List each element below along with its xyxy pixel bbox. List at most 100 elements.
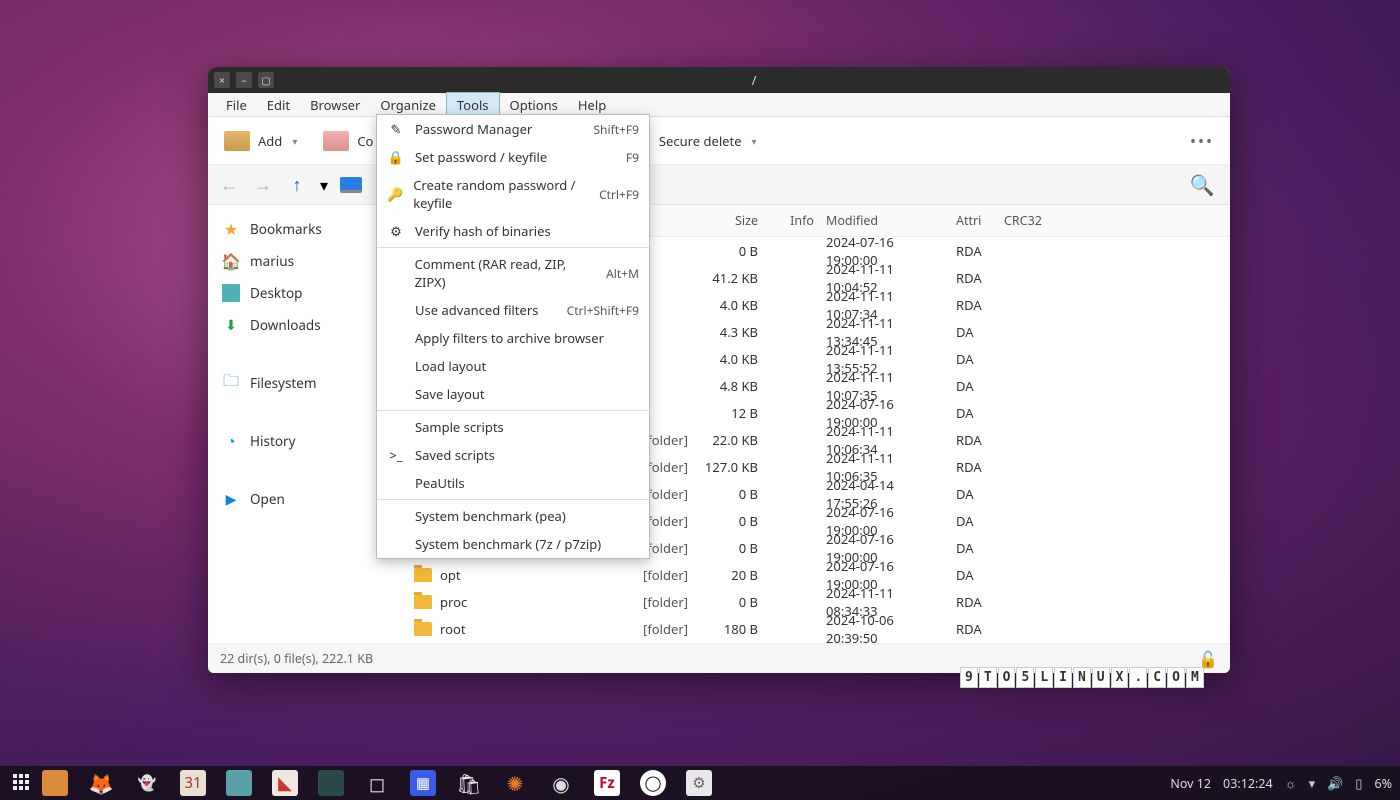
tools-menu-dropdown: ✎Password ManagerShift+F9🔒Set password /… (376, 114, 650, 559)
titlebar[interactable]: × – ▢ / (208, 67, 1230, 93)
taskbar: 🦊 👻 31 ◣ ◻ ▦ 🛍 ✺ ◉ Fz ◯ ⚙ Nov 12 03:12:2… (0, 766, 1400, 800)
navbar: ← → ↑ ▾ 🔍 (208, 165, 1230, 205)
menu-item[interactable]: System benchmark (pea) (377, 502, 649, 530)
close-button[interactable]: × (214, 72, 230, 88)
convert-button[interactable]: Co (317, 127, 379, 155)
menu-icon: >_ (387, 446, 405, 464)
minimize-button[interactable]: – (236, 72, 252, 88)
software-icon[interactable]: 🛍 (456, 770, 482, 796)
menu-item[interactable]: 🔒Set password / keyfileF9 (377, 143, 649, 171)
table-row[interactable]: proc[folder]0 B2024-11-11 08:34:33RDA (404, 588, 1230, 615)
vbox-icon[interactable]: ▦ (410, 770, 436, 796)
bookmarks-label: Bookmarks (250, 220, 322, 238)
file-attr: DA (950, 323, 998, 341)
notes-icon[interactable] (226, 770, 252, 796)
file-type: [folder] (624, 620, 694, 638)
vm-icon[interactable]: ◻ (364, 770, 390, 796)
up-button[interactable]: ↑ (286, 173, 308, 197)
file-size: 0 B (694, 242, 764, 260)
file-attr: DA (950, 539, 998, 557)
document-icon[interactable]: ◣ (272, 770, 298, 796)
sidebar-bookmarks[interactable]: ★ Bookmarks (214, 213, 398, 245)
steam-icon[interactable]: ◉ (548, 770, 574, 796)
maximize-button[interactable]: ▢ (258, 72, 274, 88)
table-row[interactable]: root[folder]180 B2024-10-06 20:39:50RDA (404, 615, 1230, 642)
col-attr[interactable]: Attri (950, 209, 998, 232)
col-crc[interactable]: CRC32 (998, 209, 1058, 232)
menu-file[interactable]: File (216, 93, 257, 117)
menu-item[interactable]: Apply filters to archive browser (377, 324, 649, 352)
menu-browser[interactable]: Browser (300, 93, 370, 117)
menu-item[interactable]: Sample scripts (377, 413, 649, 441)
computer-icon[interactable] (340, 177, 362, 193)
menu-help[interactable]: Help (568, 93, 616, 117)
add-button[interactable]: Add ▾ (218, 127, 303, 155)
table-row[interactable]: opt[folder]20 B2024-07-16 19:00:00DA (404, 561, 1230, 588)
status-text: 22 dir(s), 0 file(s), 222.1 KB (220, 650, 373, 667)
sidebar-item-downloads[interactable]: ⬇Downloads (214, 309, 398, 341)
sidebar-open[interactable]: ▶ Open (214, 483, 398, 515)
tray-date[interactable]: Nov 12 (1170, 775, 1211, 792)
menu-label: Verify hash of binaries (415, 222, 551, 240)
menu-item[interactable]: System benchmark (7z / p7zip) (377, 530, 649, 558)
files-icon[interactable] (42, 770, 68, 796)
sidebar-item-desktop[interactable]: Desktop (214, 277, 398, 309)
menu-item[interactable]: Use advanced filtersCtrl+Shift+F9 (377, 296, 649, 324)
menu-icon (387, 301, 405, 319)
chromium-icon[interactable]: ◯ (640, 770, 666, 796)
settings-icon[interactable]: ⚙ (686, 770, 712, 796)
secure-delete-label: Secure delete (659, 132, 742, 150)
convert-label: Co (357, 132, 373, 150)
menu-shortcut: Ctrl+Shift+F9 (567, 302, 639, 319)
battery-icon[interactable]: ▯ (1355, 774, 1362, 792)
wifi-icon[interactable]: ▾ (1309, 774, 1316, 792)
sidebar-item-label: Downloads (250, 316, 321, 334)
search-button[interactable]: 🔍 (1184, 171, 1220, 198)
menu-item[interactable]: Save layout (377, 380, 649, 408)
folder-icon (414, 568, 432, 582)
file-size: 0 B (694, 539, 764, 557)
system-tray: Nov 12 03:12:24 ☼ ▾ 🔊 ▯ 6% (1170, 774, 1392, 792)
menu-item[interactable]: Load layout (377, 352, 649, 380)
forward-button[interactable]: → (252, 173, 274, 197)
menu-icon (387, 418, 405, 436)
sidebar-history[interactable]: ◔ History (214, 425, 398, 457)
menu-item[interactable]: ✎Password ManagerShift+F9 (377, 115, 649, 143)
tray-time[interactable]: 03:12:24 (1223, 775, 1273, 792)
gimp-icon[interactable]: ✺ (502, 770, 528, 796)
menu-item[interactable]: ⚙ Verify hash of binaries (377, 217, 649, 245)
firefox-icon[interactable]: 🦊 (88, 770, 114, 796)
col-info[interactable]: Info (764, 209, 820, 232)
menu-icon: ⚙ (387, 222, 405, 240)
menu-shortcut: Alt+M (606, 265, 639, 282)
filezilla-icon[interactable]: Fz (594, 770, 620, 796)
menu-item[interactable]: >_Saved scripts (377, 441, 649, 469)
sidebar-item-marius[interactable]: 🏠marius (214, 245, 398, 277)
menu-item[interactable]: 🔑Create random password / keyfileCtrl+F9 (377, 171, 649, 217)
col-modified[interactable]: Modified (820, 209, 950, 232)
menu-options[interactable]: Options (500, 93, 568, 117)
folder-icon: 🗀 (222, 374, 240, 392)
calendar-icon[interactable]: 31 (180, 770, 206, 796)
menu-icon (387, 535, 405, 553)
sidebar-filesystem[interactable]: 🗀 Filesystem (214, 367, 398, 399)
file-size: 4.0 KB (694, 350, 764, 368)
file-attr: DA (950, 377, 998, 395)
file-attr: RDA (950, 620, 998, 638)
app-launcher[interactable] (8, 769, 36, 797)
file-size: 127.0 KB (694, 458, 764, 476)
menu-icon: 🔒 (387, 148, 405, 166)
col-size[interactable]: Size (694, 209, 764, 232)
file-size: 22.0 KB (694, 431, 764, 449)
terminal-icon[interactable] (318, 770, 344, 796)
back-button[interactable]: ← (218, 173, 240, 197)
more-button[interactable]: ••• (1190, 130, 1214, 152)
menu-edit[interactable]: Edit (257, 93, 300, 117)
brightness-icon[interactable]: ☼ (1285, 774, 1297, 792)
menu-organize[interactable]: Organize (370, 93, 446, 117)
chevron-down-icon[interactable]: ▾ (320, 174, 328, 196)
ghost-icon[interactable]: 👻 (134, 770, 160, 796)
menu-item[interactable]: Comment (RAR read, ZIP, ZIPX)Alt+M (377, 250, 649, 296)
volume-icon[interactable]: 🔊 (1327, 774, 1343, 792)
menu-item[interactable]: PeaUtils (377, 469, 649, 497)
